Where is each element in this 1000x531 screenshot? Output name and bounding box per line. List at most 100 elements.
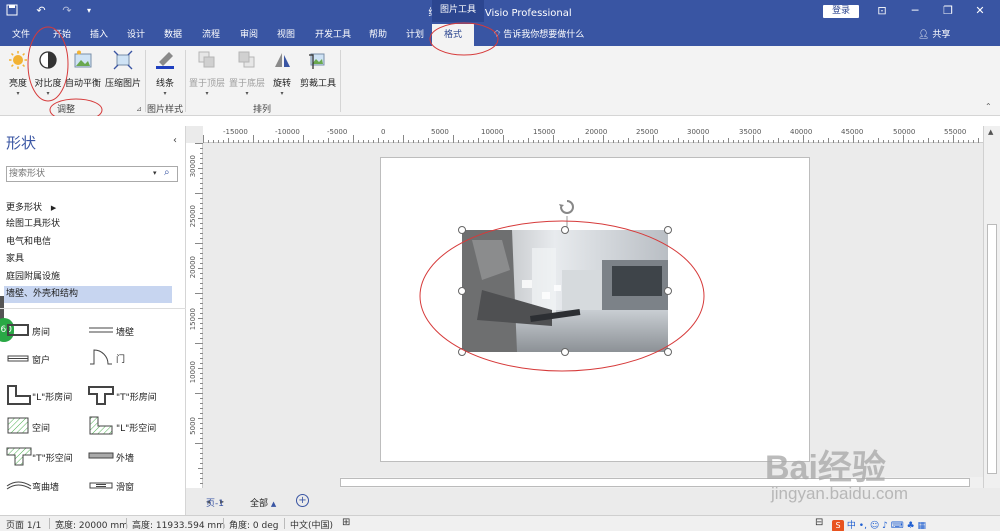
stencil-electrical[interactable]: 电气和电信	[4, 234, 172, 251]
toolbox-icon[interactable]: ▦	[918, 521, 927, 531]
all-pages-label: 全部	[250, 499, 269, 509]
divider	[126, 518, 127, 529]
ruler-label: 10000	[189, 361, 197, 384]
room-shape-icon	[7, 324, 29, 336]
l-room-shape-icon	[7, 385, 31, 405]
shape-label: 外墙	[116, 454, 135, 464]
curved-wall-shape-icon	[6, 481, 32, 490]
emoji-icon[interactable]: ☺	[870, 521, 879, 531]
divider	[284, 518, 285, 529]
ruler-label: 50000	[893, 128, 916, 136]
search-icon[interactable]: ⌕	[164, 167, 170, 178]
shape-t-space[interactable]: "T"形空间	[6, 445, 86, 467]
ruler-label: 5000	[431, 128, 449, 136]
page-tab-1[interactable]: 页-1	[206, 496, 224, 509]
punctuation-icon[interactable]: •,	[859, 521, 867, 531]
shape-label: 墙壁	[116, 328, 135, 338]
shape-exterior-wall[interactable]: 外墙	[88, 445, 168, 467]
ruler-label: 30000	[687, 128, 710, 136]
ruler-label: 10000	[481, 128, 504, 136]
shape-l-room[interactable]: "L"形房间	[6, 384, 86, 406]
ruler-label: -15000	[223, 128, 248, 136]
shape-wall[interactable]: 墙壁	[88, 319, 168, 341]
ruler-label: 55000	[944, 128, 967, 136]
ruler-label: 5000	[189, 417, 197, 435]
status-language[interactable]: 中文(中国)	[290, 518, 333, 531]
ruler-label: 25000	[636, 128, 659, 136]
shape-curved-wall[interactable]: 弯曲墙	[6, 474, 86, 496]
status-bar: 页面 1/1 宽度: 20000 mm 高度: 11933.594 mm 角度:…	[0, 515, 1000, 531]
ruler-label: -5000	[327, 128, 348, 136]
macro-record-icon[interactable]: ⊞	[342, 517, 350, 528]
ruler-label: -10000	[275, 128, 300, 136]
presentation-mode-icon[interactable]: ⊟	[815, 517, 823, 528]
microphone-icon[interactable]: ♪	[882, 521, 888, 531]
wall-shape-icon	[89, 327, 113, 333]
divider	[0, 308, 186, 309]
ruler-label: 20000	[189, 256, 197, 279]
status-height: 高度: 11933.594 mm	[132, 521, 225, 531]
ribbon: 亮度 ▾ 对比度 ▾ 自动平衡 压缩图片 调整 ⊿ 线条 ▾ 图片样式 置于顶层…	[0, 22, 1000, 116]
baidu-watermark: Bai经验 jingyan.baidu.com	[765, 440, 985, 512]
horizontal-ruler: -15000 -10000 -5000 0 5000 10000 15000 2…	[203, 126, 983, 143]
search-input[interactable]	[7, 167, 147, 181]
rotation-handle-icon[interactable]	[557, 198, 577, 218]
ruler-label: 35000	[739, 128, 762, 136]
shape-door[interactable]: 门	[88, 344, 168, 366]
sliding-window-shape-icon	[89, 482, 113, 489]
annotation-overlay	[27, 22, 499, 116]
watermark-title: Bai经验	[765, 449, 886, 487]
ruler-label: 40000	[790, 128, 813, 136]
ime-logo-icon[interactable]: S	[832, 520, 844, 531]
window-shape-icon	[7, 355, 29, 362]
vertical-scrollbar[interactable]: ▲	[983, 126, 1000, 488]
t-room-shape-icon	[88, 386, 114, 405]
drawing-page[interactable]	[380, 157, 810, 462]
stencil-furniture[interactable]: 家具	[4, 251, 172, 268]
t-space-shape-icon	[6, 447, 32, 466]
shape-label: 门	[116, 355, 126, 365]
ime-toolbar-icons: S 中 •, ☺ ♪ ⌨ ♣ ▦	[832, 518, 926, 531]
ruler-label: 45000	[841, 128, 864, 136]
space-shape-icon	[7, 417, 29, 434]
shape-t-room[interactable]: "T"形房间	[88, 384, 168, 406]
more-shapes-menu[interactable]: 更多形状 ▶	[4, 200, 172, 217]
divider	[49, 518, 50, 529]
status-page[interactable]: 页面 1/1	[6, 518, 41, 531]
exterior-wall-shape-icon	[88, 452, 114, 459]
annotation-ellipse	[419, 220, 705, 372]
status-angle: 角度: 0 deg	[229, 521, 279, 531]
vertical-ruler: 30000 25000 20000 15000 10000 5000	[186, 143, 203, 488]
ruler-label: 25000	[189, 205, 197, 228]
shape-window[interactable]: 窗户	[6, 347, 86, 369]
ime-chinese-icon[interactable]: 中	[847, 521, 856, 531]
stencil-drawing-tools[interactable]: 绘图工具形状	[4, 216, 172, 233]
search-dropdown-icon[interactable]: ▾	[153, 169, 157, 177]
add-page-icon[interactable]: +	[296, 494, 309, 507]
skin-icon[interactable]: ♣	[907, 521, 915, 531]
door-shape-icon	[90, 349, 112, 365]
status-width: 宽度: 20000 mm	[55, 521, 128, 531]
all-pages-dropdown[interactable]: 全部 ▲	[250, 496, 276, 509]
shape-l-space[interactable]: "L"形空间	[88, 415, 168, 437]
vertical-scroll-thumb[interactable]	[987, 224, 997, 474]
shape-room[interactable]: 房间	[6, 319, 86, 341]
collapse-pane-icon[interactable]: ‹	[173, 135, 177, 146]
l-space-shape-icon	[89, 416, 113, 435]
ruler-label: 20000	[585, 128, 608, 136]
keyboard-icon[interactable]: ⌨	[891, 521, 904, 531]
ruler-label: 15000	[189, 308, 197, 331]
stencil-garden[interactable]: 庭园附属设施	[4, 269, 172, 286]
shape-label: 房间	[32, 328, 51, 338]
stencil-walls[interactable]: 墙壁、外壳和结构	[4, 286, 172, 303]
shape-label: "L"形空间	[116, 424, 157, 434]
ruler-label: 0	[381, 128, 386, 136]
ruler-label: 30000	[189, 155, 197, 178]
shapes-pane-title: 形状	[6, 134, 37, 152]
watermark-url: jingyan.baidu.com	[771, 484, 909, 503]
shape-sliding-window[interactable]: 滑窗	[88, 474, 168, 496]
scroll-up-icon[interactable]: ▲	[988, 128, 993, 136]
shape-space[interactable]: 空间	[6, 415, 86, 437]
divider	[223, 518, 224, 529]
chevron-up-icon: ▲	[270, 500, 277, 508]
